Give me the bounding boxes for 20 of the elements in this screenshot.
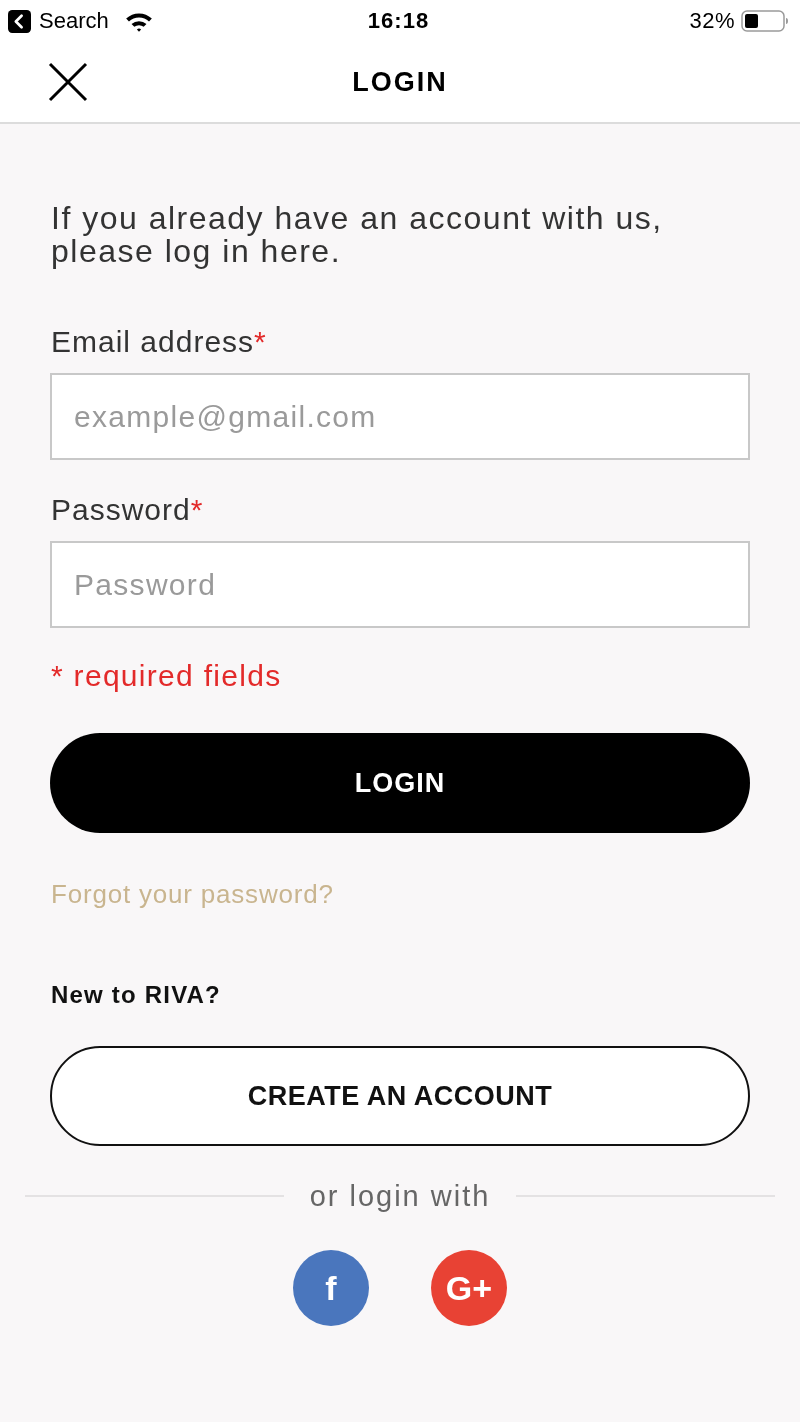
field-label: Email address* [51,325,268,359]
back-to-app-button[interactable]: Search [8,8,109,34]
required-fields-note: * required fields [51,659,283,693]
close-button[interactable] [48,62,88,102]
login-button[interactable]: LOGIN [50,733,750,833]
page-title: LOGIN [352,66,448,98]
input-field[interactable]: Password [50,541,750,628]
battery-icon [741,10,789,32]
create-account-button[interactable]: CREATE AN ACCOUNT [50,1046,750,1146]
close-icon [48,62,88,102]
battery-percent: 32% [689,8,735,34]
status-time: 16:18 [367,8,430,34]
new-account-prompt: New to RIVA? [51,981,221,1009]
divider-label: or login with [309,1179,491,1213]
social-login-button[interactable]: f [293,1250,369,1326]
input-field[interactable]: example@gmail.com [50,373,750,460]
field-label: Password* [51,493,205,527]
chevron-left-icon [8,9,31,33]
intro-text: If you already have an account with us, please log in here. [51,202,664,268]
social-login-button[interactable]: G+ [431,1250,507,1326]
